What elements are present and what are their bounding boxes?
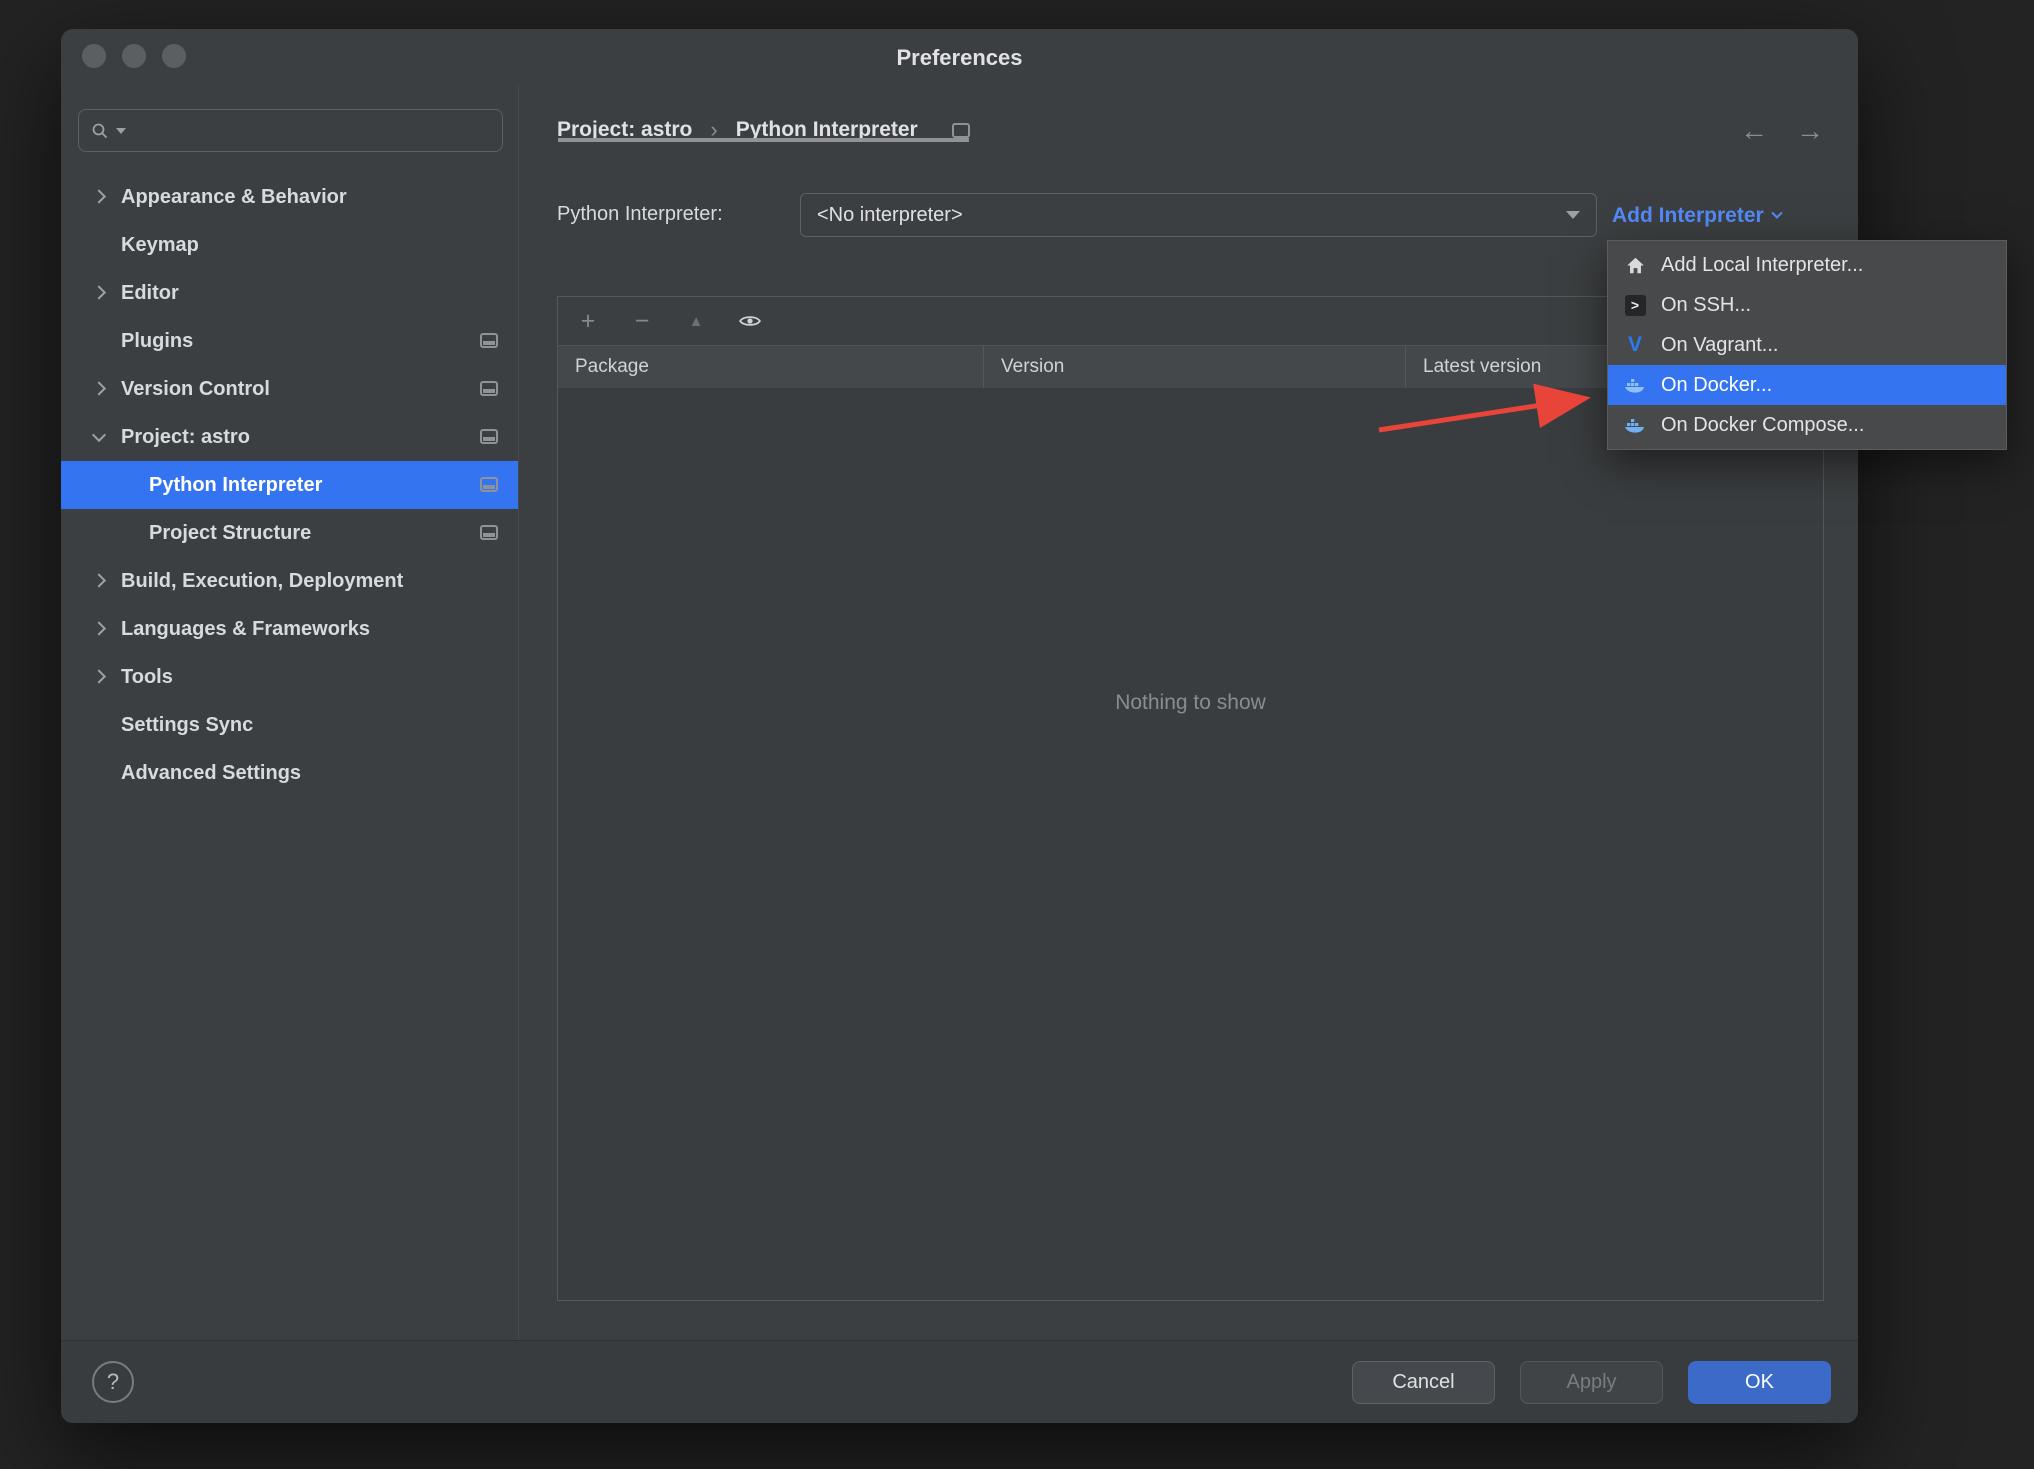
- settings-tree: Appearance & Behavior Keymap Editor Plug…: [61, 173, 518, 797]
- sidebar-item-label: Plugins: [121, 329, 194, 352]
- sidebar-item-label: Version Control: [121, 377, 270, 400]
- chevron-right-icon: [91, 669, 107, 684]
- screen-icon: [951, 122, 970, 138]
- menu-item-label: On Vagrant...: [1661, 333, 1779, 356]
- sidebar-item-version-control[interactable]: Version Control: [61, 365, 518, 413]
- search-icon: [92, 123, 108, 138]
- ok-button[interactable]: OK: [1688, 1361, 1831, 1404]
- apply-button[interactable]: Apply: [1520, 1361, 1663, 1404]
- screen-icon: [480, 333, 498, 348]
- interpreter-select-value: <No interpreter>: [817, 203, 963, 226]
- chevron-right-icon: [91, 285, 107, 300]
- close-window-button[interactable]: [82, 44, 106, 68]
- settings-search[interactable]: [78, 109, 503, 152]
- chevron-right-icon: [91, 381, 107, 396]
- show-early-releases-button[interactable]: [738, 309, 762, 333]
- breadcrumb: Project: astro › Python Interpreter: [557, 117, 970, 143]
- menu-item-on-ssh[interactable]: > On SSH...: [1608, 285, 2006, 325]
- chevron-right-icon: [91, 189, 107, 204]
- menu-item-label: On Docker Compose...: [1661, 413, 1865, 436]
- vagrant-icon: V: [1627, 333, 1642, 356]
- sidebar-item-label: Python Interpreter: [149, 473, 323, 496]
- sidebar-item-label: Project Structure: [149, 521, 312, 544]
- remove-package-button[interactable]: −: [630, 307, 654, 335]
- menu-item-label: Add Local Interpreter...: [1661, 253, 1864, 276]
- sidebar-item-label: Editor: [121, 281, 179, 304]
- footer-buttons: Cancel Apply OK: [1352, 1361, 1831, 1404]
- titlebar: Preferences: [61, 29, 1858, 86]
- sidebar-item-label: Languages & Frameworks: [121, 617, 370, 640]
- sidebar-item-build-execution-deployment[interactable]: Build, Execution, Deployment: [61, 557, 518, 605]
- menu-item-on-docker-compose[interactable]: On Docker Compose...: [1608, 405, 2006, 445]
- add-interpreter-link[interactable]: Add Interpreter: [1612, 204, 1783, 228]
- help-button[interactable]: ?: [92, 1361, 134, 1403]
- search-history-chevron-icon: [116, 127, 126, 134]
- window-title: Preferences: [896, 45, 1023, 70]
- sidebar-item-python-interpreter[interactable]: Python Interpreter: [61, 461, 518, 509]
- menu-item-on-docker[interactable]: On Docker...: [1608, 365, 2006, 405]
- sidebar-item-appearance-behavior[interactable]: Appearance & Behavior: [61, 173, 518, 221]
- sidebar-item-editor[interactable]: Editor: [61, 269, 518, 317]
- package-table-body: Nothing to show: [558, 388, 1823, 1300]
- forward-arrow-icon[interactable]: →: [1796, 115, 1824, 147]
- add-interpreter-menu: Add Local Interpreter... > On SSH... V O…: [1607, 240, 2007, 450]
- dropdown-caret-icon: [1566, 211, 1580, 219]
- zoom-window-button[interactable]: [162, 44, 186, 68]
- screen-icon: [480, 429, 498, 444]
- chevron-right-icon: [91, 621, 107, 636]
- chevron-right-icon: [91, 573, 107, 588]
- menu-item-label: On SSH...: [1661, 293, 1752, 316]
- docker-icon: [1622, 412, 1648, 438]
- history-navigation: ← →: [1740, 115, 1824, 147]
- chevron-down-icon: [91, 427, 107, 443]
- sidebar-item-label: Build, Execution, Deployment: [121, 569, 404, 592]
- sidebar-item-settings-sync[interactable]: Settings Sync: [61, 701, 518, 749]
- sidebar-item-label: Keymap: [121, 233, 199, 256]
- minimize-window-button[interactable]: [122, 44, 146, 68]
- eye-icon: [739, 316, 761, 326]
- dialog-footer: ? Cancel Apply OK: [61, 1340, 1858, 1423]
- empty-table-message: Nothing to show: [1115, 691, 1266, 714]
- add-package-button[interactable]: +: [576, 307, 600, 335]
- screen-icon: [480, 381, 498, 396]
- sidebar-item-tools[interactable]: Tools: [61, 653, 518, 701]
- menu-item-label: On Docker...: [1661, 373, 1773, 396]
- docker-icon: [1622, 372, 1648, 398]
- screen-icon: [480, 525, 498, 540]
- upgrade-package-button[interactable]: ▲: [684, 309, 708, 333]
- sidebar-item-plugins[interactable]: Plugins: [61, 317, 518, 365]
- cancel-button[interactable]: Cancel: [1352, 1361, 1495, 1404]
- interpreter-select[interactable]: <No interpreter>: [800, 193, 1597, 237]
- sidebar-item-project-structure[interactable]: Project Structure: [61, 509, 518, 557]
- sidebar-item-label: Advanced Settings: [121, 761, 302, 784]
- preferences-window: Preferences Appearance & Behavior Keymap…: [61, 29, 2007, 1423]
- add-interpreter-label: Add Interpreter: [1612, 204, 1764, 227]
- chevron-down-icon: [1771, 207, 1783, 219]
- traffic-lights: [82, 44, 186, 68]
- sidebar-item-label: Project: astro: [121, 425, 250, 448]
- sidebar-item-label: Appearance & Behavior: [121, 185, 347, 208]
- sidebar-item-keymap[interactable]: Keymap: [61, 221, 518, 269]
- column-header-package[interactable]: Package: [558, 346, 983, 388]
- sidebar-item-label: Tools: [121, 665, 173, 688]
- search-input[interactable]: [133, 119, 490, 142]
- sidebar-item-label: Settings Sync: [121, 713, 254, 736]
- screen-icon: [480, 477, 498, 492]
- sidebar-item-project-astro[interactable]: Project: astro: [61, 413, 518, 461]
- question-mark-icon: ?: [106, 1369, 120, 1394]
- menu-item-add-local-interpreter[interactable]: Add Local Interpreter...: [1608, 245, 2006, 285]
- ssh-icon: >: [1622, 292, 1648, 318]
- settings-sidebar: Appearance & Behavior Keymap Editor Plug…: [61, 86, 519, 1340]
- column-header-version[interactable]: Version: [983, 346, 1405, 388]
- menu-item-on-vagrant[interactable]: V On Vagrant...: [1608, 325, 2006, 365]
- back-arrow-icon[interactable]: ←: [1740, 115, 1768, 147]
- sidebar-item-languages-frameworks[interactable]: Languages & Frameworks: [61, 605, 518, 653]
- home-icon: [1622, 252, 1648, 278]
- interpreter-label: Python Interpreter:: [557, 203, 723, 225]
- sidebar-item-advanced-settings[interactable]: Advanced Settings: [61, 749, 518, 797]
